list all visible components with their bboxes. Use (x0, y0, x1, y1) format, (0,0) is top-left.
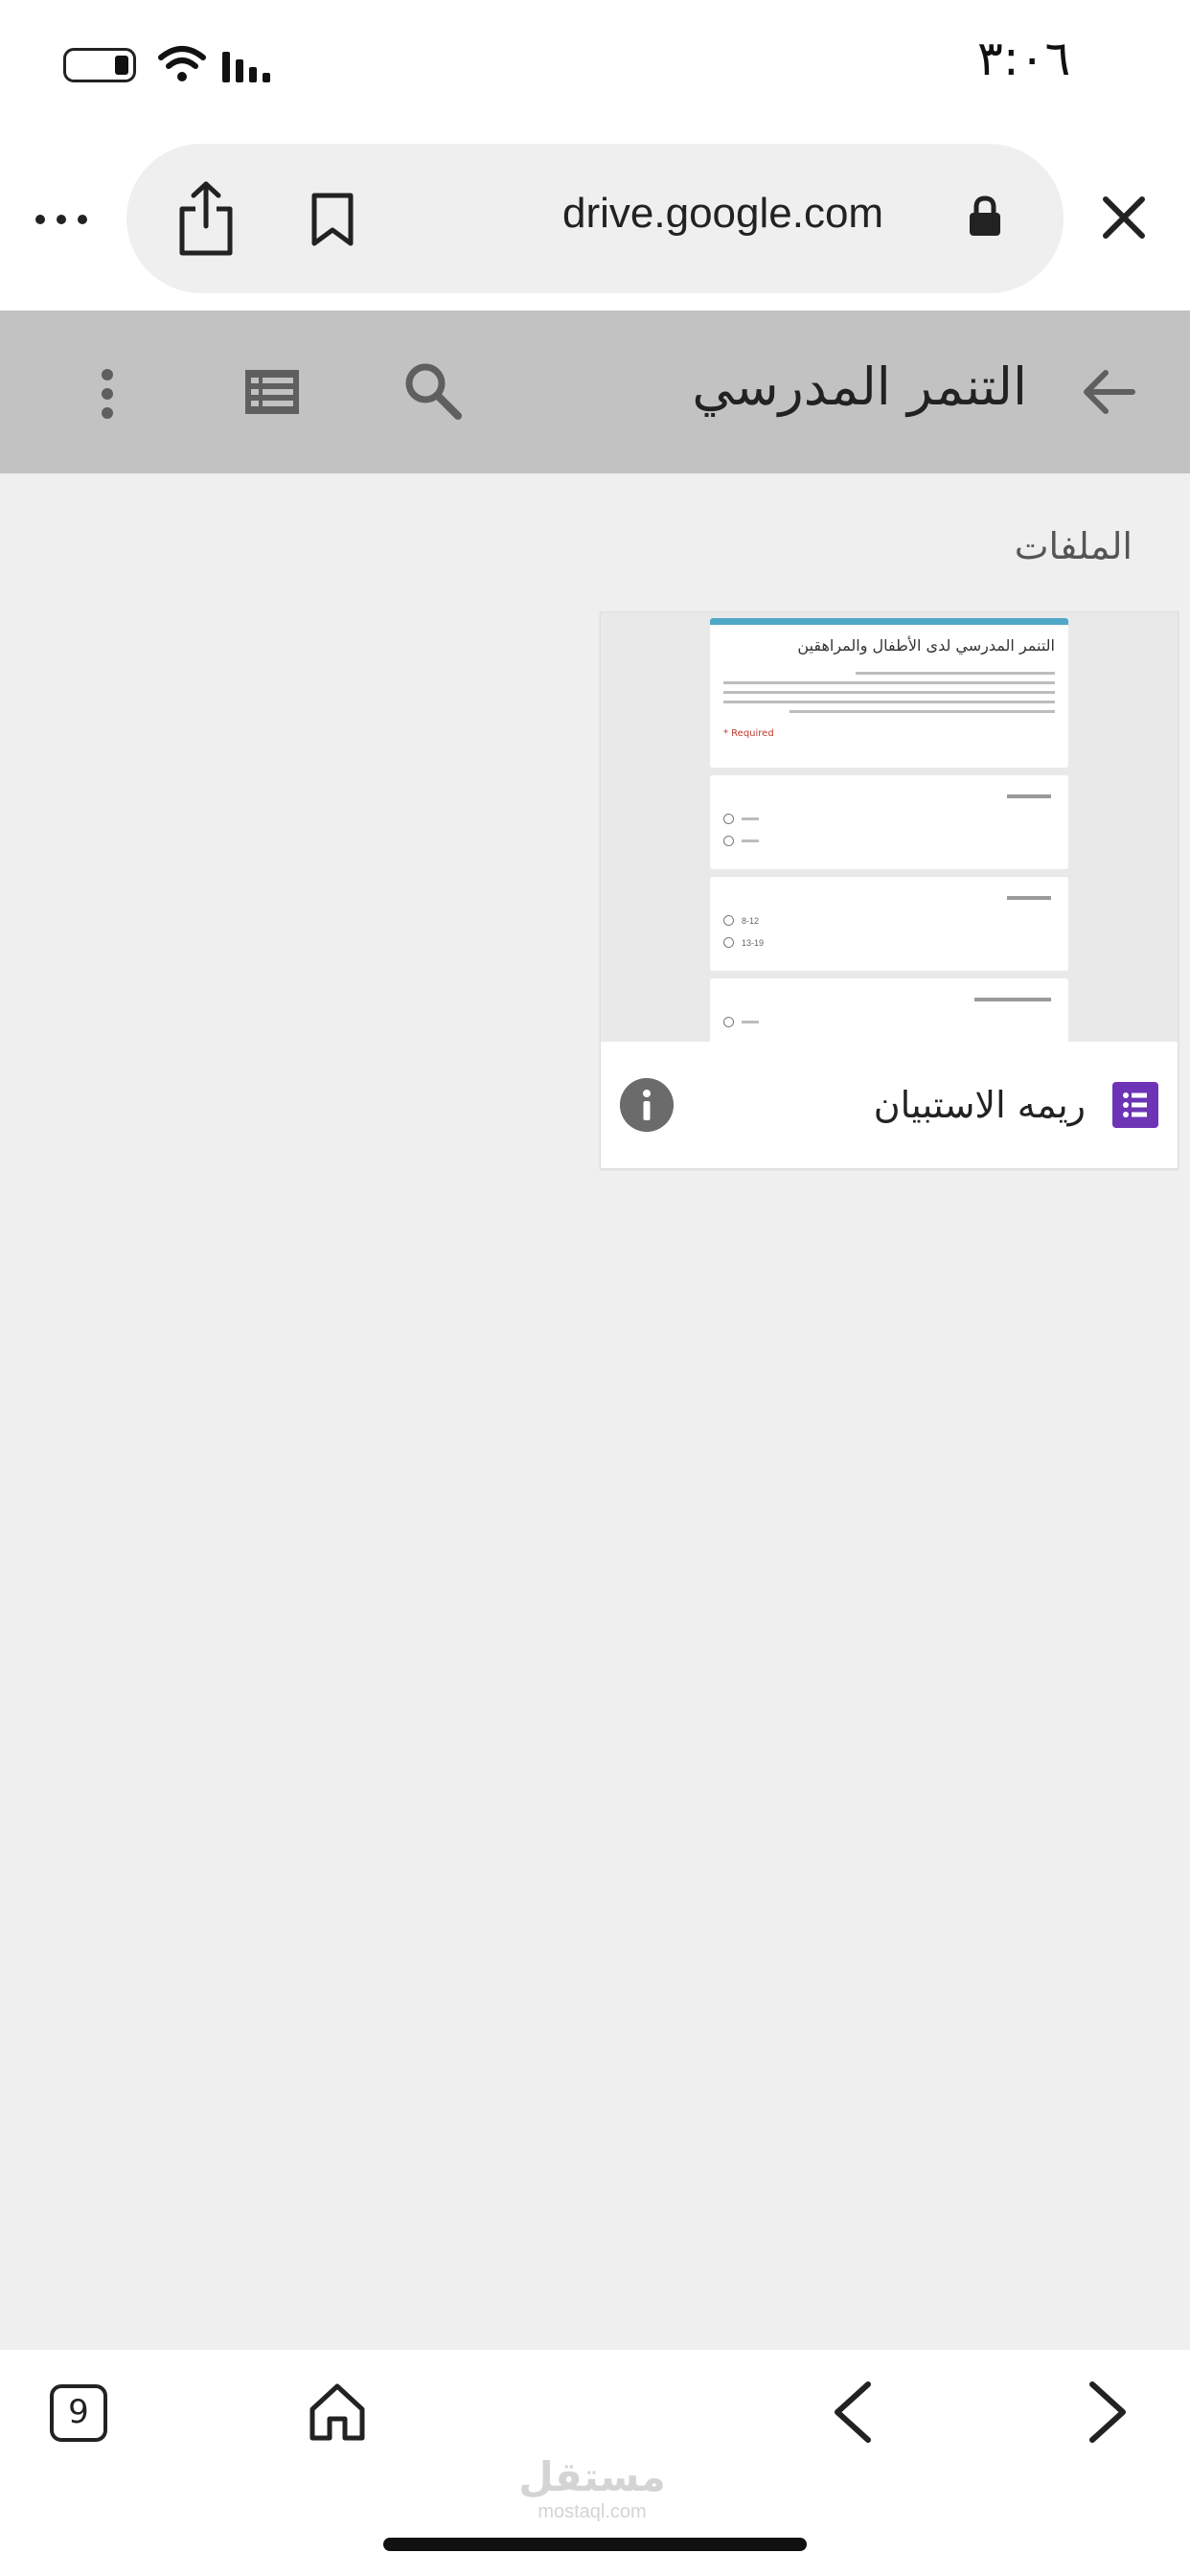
file-thumbnail[interactable]: التنمر المدرسي لدى الأطفال والمراهقين * … (601, 612, 1178, 1042)
address-bar[interactable]: drive.google.com (126, 144, 1064, 293)
file-card[interactable]: التنمر المدرسي لدى الأطفال والمراهقين * … (600, 611, 1179, 1169)
form-preview-question (710, 978, 1068, 1042)
browser-bar: drive.google.com (0, 134, 1190, 310)
file-card-footer: ريمه الاستبيان (601, 1042, 1178, 1168)
info-icon[interactable] (620, 1078, 674, 1132)
home-indicator (383, 2538, 807, 2551)
folder-title: التنمر المدرسي (692, 356, 1027, 417)
form-preview-header: التنمر المدرسي لدى الأطفال والمراهقين * … (710, 618, 1068, 768)
close-icon[interactable] (1100, 194, 1148, 242)
back-nav-icon[interactable] (830, 2380, 874, 2444)
search-icon[interactable] (402, 360, 462, 420)
status-bar: ٣:٠٦ (0, 0, 1190, 134)
overflow-menu-icon[interactable] (100, 368, 115, 420)
drive-app-bar: التنمر المدرسي (0, 310, 1190, 473)
home-icon[interactable] (307, 2380, 368, 2442)
cellular-signal-icon (222, 52, 270, 82)
form-preview-question: 8-12 13-19 (710, 877, 1068, 971)
lock-icon (970, 196, 1000, 236)
form-preview-required: * Required (723, 728, 774, 739)
watermark-logo: مستقل (518, 2453, 666, 2500)
form-preview-question (710, 775, 1068, 869)
wifi-icon (158, 46, 206, 81)
files-section-label: الملفات (1014, 525, 1133, 567)
form-preview-description (723, 672, 1055, 713)
watermark-text: mostaql.com (538, 2501, 647, 2522)
file-name[interactable]: ريمه الاستبيان (874, 1084, 1086, 1126)
forward-nav-icon[interactable] (1087, 2380, 1131, 2444)
list-view-icon[interactable] (243, 368, 301, 416)
screen: ٣:٠٦ drive.google.com التنمر المدرسي الم… (0, 0, 1190, 2576)
back-arrow-icon[interactable] (1081, 368, 1136, 416)
battery-icon (63, 48, 136, 82)
status-time: ٣:٠٦ (977, 31, 1071, 86)
form-preview-title: التنمر المدرسي لدى الأطفال والمراهقين (797, 636, 1055, 655)
bookmark-icon[interactable] (309, 192, 356, 247)
more-icon[interactable] (33, 209, 90, 230)
tabs-button[interactable]: 9 (50, 2384, 107, 2442)
url-text[interactable]: drive.google.com (562, 190, 883, 238)
share-icon[interactable] (174, 180, 238, 257)
form-preview: التنمر المدرسي لدى الأطفال والمراهقين * … (710, 618, 1068, 1042)
google-forms-icon (1112, 1082, 1158, 1128)
